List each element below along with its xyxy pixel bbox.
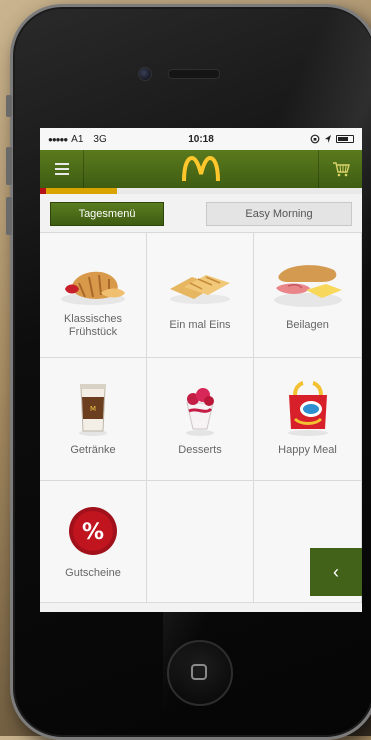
status-time: 10:18 xyxy=(188,133,214,145)
category-label: Gutscheine xyxy=(65,567,121,579)
home-square-icon xyxy=(191,664,207,680)
front-camera xyxy=(138,67,152,81)
sundae-dessert-icon xyxy=(186,388,214,436)
side-dishes-icon xyxy=(273,265,342,307)
category-label: Beilagen xyxy=(286,319,329,331)
menu-button[interactable] xyxy=(40,150,84,188)
category-label: Ein mal Eins xyxy=(169,319,231,331)
percent-coupon-icon: % xyxy=(69,507,117,555)
category-beilagen[interactable]: Beilagen xyxy=(254,233,362,358)
toast-sandwich-icon xyxy=(170,275,230,304)
mute-switch xyxy=(6,95,12,117)
empty-cell xyxy=(147,481,254,603)
progress-start-marker xyxy=(40,188,46,194)
category-label: Happy Meal xyxy=(278,444,337,456)
app-header xyxy=(40,150,362,188)
shopping-cart-icon xyxy=(332,162,350,177)
category-klassisches-fruehstueck[interactable]: Klassisches Frühstück xyxy=(40,233,147,358)
svg-text:%: % xyxy=(82,520,104,545)
collapse-panel-button[interactable]: ‹ xyxy=(310,548,362,596)
tab-easy-morning[interactable]: Easy Morning xyxy=(206,202,352,226)
happy-meal-box-icon xyxy=(287,381,328,436)
volume-down-button xyxy=(6,197,12,235)
category-label: Getränke xyxy=(70,444,116,456)
coffee-cup-icon: M xyxy=(79,384,107,436)
category-getraenke[interactable]: M Getränke xyxy=(40,358,147,481)
category-label: Desserts xyxy=(178,444,222,456)
home-button[interactable] xyxy=(167,640,233,706)
tab-tagesmenu[interactable]: Tagesmenü xyxy=(50,202,164,226)
svg-text:M: M xyxy=(90,405,96,413)
category-gutscheine[interactable]: % Gutscheine xyxy=(40,481,147,603)
breakfast-croissant-icon xyxy=(61,271,125,305)
order-progress-bar xyxy=(40,188,362,194)
menu-tabs: Tagesmenü Easy Morning xyxy=(40,194,362,232)
mcdonalds-logo-icon xyxy=(182,156,220,182)
volume-up-button xyxy=(6,147,12,185)
category-happy-meal[interactable]: Happy Meal xyxy=(254,358,362,481)
chevron-left-icon: ‹ xyxy=(333,561,339,582)
category-ein-mal-eins[interactable]: Ein mal Eins xyxy=(147,233,254,358)
earpiece-speaker xyxy=(168,69,220,79)
category-desserts[interactable]: Desserts xyxy=(147,358,254,481)
status-bar: ●●●●● A1 3G 10:18 xyxy=(40,128,362,150)
app-screen: ●●●●● A1 3G 10:18 Tagesmenü Easy Morning… xyxy=(40,128,362,612)
order-progress-fill xyxy=(40,188,118,194)
battery-icon xyxy=(336,135,354,143)
cart-button[interactable] xyxy=(318,150,362,188)
category-label: Klassisches Frühstück xyxy=(63,313,123,338)
